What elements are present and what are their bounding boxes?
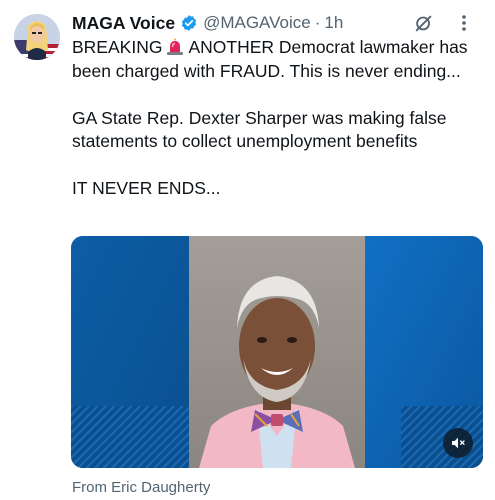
tweet-text: BREAKING ANOTHER Democrat lawmaker has be… — [72, 36, 482, 201]
tweet-header: MAGA Voice @MAGAVoice · 1h — [72, 10, 481, 36]
tweet-media-video[interactable] — [71, 236, 483, 468]
avatar[interactable] — [14, 14, 60, 60]
author-name[interactable]: MAGA Voice — [72, 13, 175, 34]
timestamp[interactable]: 1h — [324, 13, 343, 33]
separator-dot: · — [314, 13, 321, 32]
grok-icon[interactable] — [411, 10, 437, 36]
tweet[interactable]: MAGA Voice @MAGAVoice · 1h BREAKING ANOTH… — [0, 0, 495, 500]
more-options-icon[interactable] — [451, 10, 477, 36]
tweet-paragraph-2: GA State Rep. Dexter Sharper was making … — [72, 107, 447, 152]
author-handle[interactable]: @MAGAVoice — [203, 13, 311, 33]
siren-emoji-icon — [166, 38, 184, 56]
verified-badge-icon — [180, 14, 198, 32]
breaking-label: BREAKING — [72, 37, 163, 57]
tweet-paragraph-1: BREAKING ANOTHER Democrat lawmaker has be… — [72, 36, 482, 83]
volume-muted-icon[interactable] — [443, 428, 473, 458]
tweet-paragraph-3: IT NEVER ENDS... — [72, 178, 221, 198]
media-attribution[interactable]: From Eric Daugherty — [72, 479, 210, 496]
